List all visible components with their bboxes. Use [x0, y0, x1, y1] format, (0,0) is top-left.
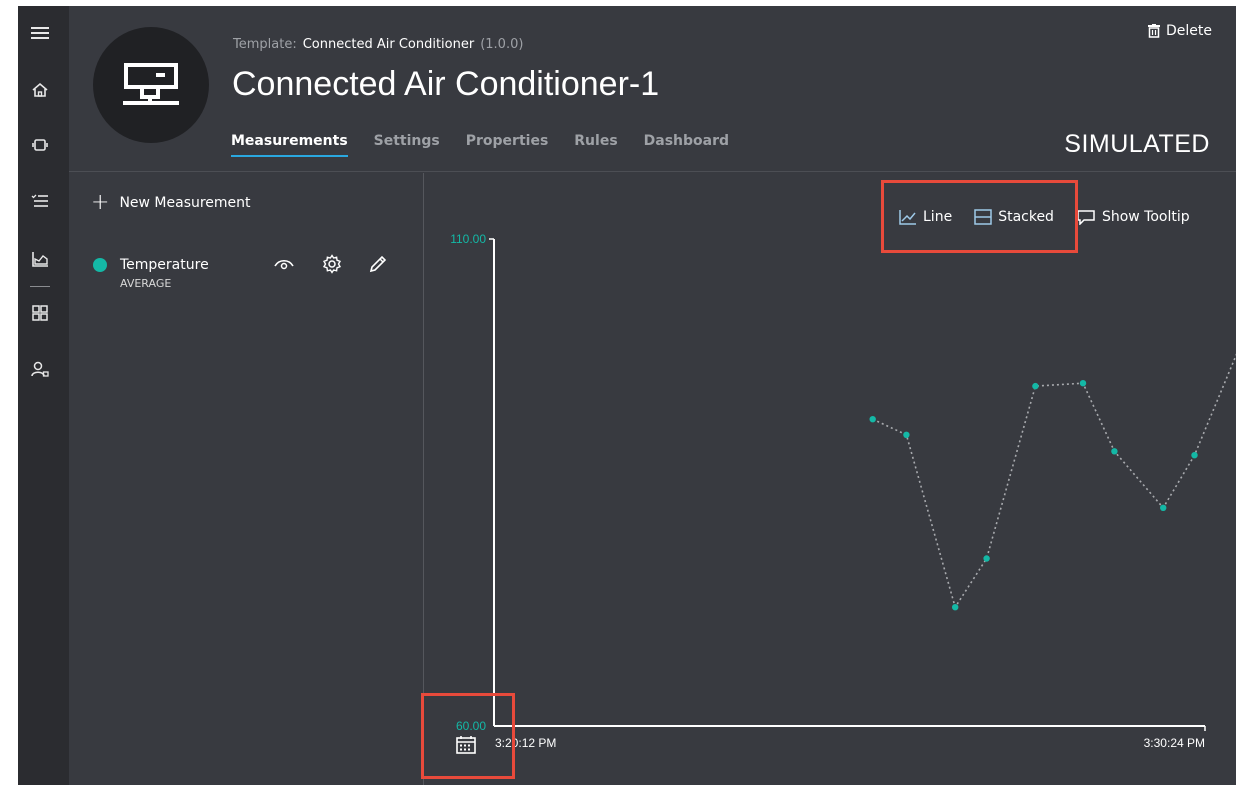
- measurement-name: Temperature: [120, 257, 209, 273]
- rules-list-icon[interactable]: [29, 190, 51, 212]
- menu-icon[interactable]: [29, 22, 51, 44]
- tab-properties[interactable]: Properties: [466, 133, 549, 157]
- temperature-chart: 110.00 60.00 3:20:12 PM 3:30:24 PM: [450, 232, 1236, 750]
- trash-icon: [1148, 24, 1160, 38]
- x-tick-label-end: 3:30:24 PM: [1144, 736, 1205, 750]
- new-measurement-label: New Measurement: [119, 195, 251, 211]
- analytics-icon[interactable]: [29, 248, 51, 270]
- data-point[interactable]: [1032, 382, 1039, 390]
- template-info: Template: Connected Air Conditioner (1.0.0…: [233, 37, 523, 52]
- delete-button[interactable]: Delete: [1148, 23, 1212, 39]
- status-badge: SIMULATED: [1064, 130, 1210, 158]
- left-nav-rail: [18, 6, 69, 785]
- template-label: Template:: [233, 37, 297, 52]
- series-line-temperature: [872, 353, 1236, 610]
- new-measurement-button[interactable]: + New Measurement: [91, 190, 251, 215]
- tab-settings[interactable]: Settings: [374, 133, 440, 157]
- app-window: Template: Connected Air Conditioner (1.0.0…: [18, 6, 1236, 785]
- show-tooltip-label: Show Tooltip: [1101, 209, 1190, 225]
- data-point[interactable]: [1191, 452, 1198, 459]
- tab-bar: Measurements Settings Properties Rules D…: [231, 133, 755, 157]
- measurement-aggregation[interactable]: AVERAGE: [120, 277, 171, 290]
- data-point[interactable]: [1111, 448, 1118, 455]
- calendar-icon[interactable]: [455, 735, 477, 755]
- tab-dashboard[interactable]: Dashboard: [644, 133, 729, 157]
- settings-gear-icon[interactable]: [320, 252, 344, 276]
- plus-icon: +: [91, 190, 110, 215]
- chart-type-highlight-box: [881, 180, 1078, 253]
- rail-divider: [30, 286, 50, 287]
- measurements-panel: + New Measurement Temperature AVERAGE: [69, 173, 424, 785]
- show-tooltip-button[interactable]: Show Tooltip: [1076, 209, 1190, 225]
- admin-user-icon[interactable]: [29, 358, 51, 380]
- device-avatar: [93, 27, 209, 143]
- y-tick-label-max: 110.00: [450, 232, 486, 246]
- visibility-eye-icon[interactable]: [272, 252, 296, 276]
- data-point[interactable]: [903, 431, 910, 438]
- tooltip-speech-icon: [1077, 210, 1095, 225]
- template-name[interactable]: Connected Air Conditioner: [303, 37, 475, 52]
- chart-area: 110.00 60.00 3:20:12 PM 3:30:24 PM Line …: [421, 173, 1236, 785]
- delete-label: Delete: [1166, 23, 1212, 39]
- measurement-color-dot[interactable]: [93, 258, 107, 272]
- home-icon[interactable]: [29, 79, 51, 101]
- tab-rules[interactable]: Rules: [574, 133, 617, 157]
- data-point[interactable]: [869, 416, 876, 423]
- tab-measurements[interactable]: Measurements: [231, 133, 348, 157]
- data-point[interactable]: [952, 604, 959, 611]
- apps-grid-icon[interactable]: [29, 302, 51, 324]
- devices-icon[interactable]: [29, 134, 51, 156]
- edit-pencil-icon[interactable]: [366, 252, 390, 276]
- data-point[interactable]: [1160, 504, 1167, 511]
- device-icon: [123, 63, 179, 105]
- device-header: Template: Connected Air Conditioner (1.0.0…: [69, 6, 1236, 172]
- device-title: Connected Air Conditioner-1: [232, 65, 660, 103]
- data-point[interactable]: [983, 555, 990, 562]
- data-point[interactable]: [1079, 380, 1087, 387]
- template-version: (1.0.0): [480, 37, 524, 52]
